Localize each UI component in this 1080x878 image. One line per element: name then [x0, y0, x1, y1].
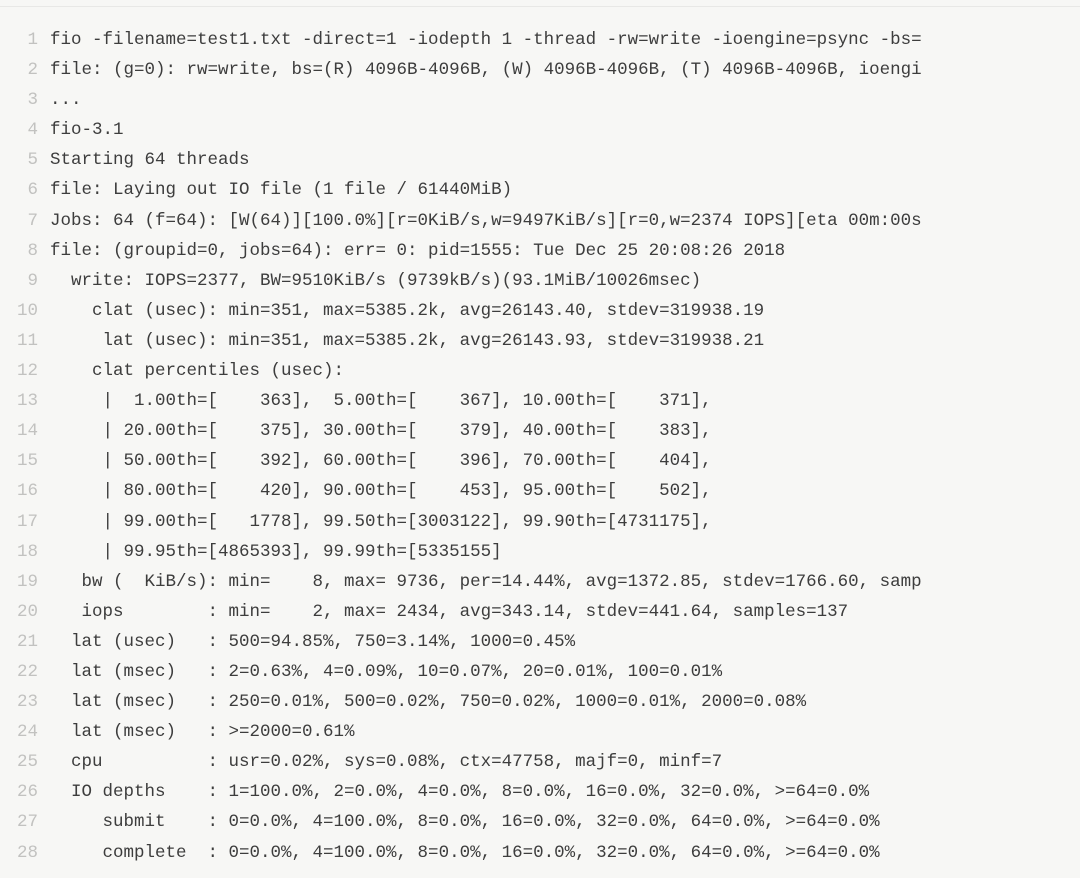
line-content: lat (msec) : >=2000=0.61% [50, 717, 1080, 747]
line-number: 11 [0, 326, 50, 356]
line-content: clat (usec): min=351, max=5385.2k, avg=2… [50, 296, 1080, 326]
code-line: 12 clat percentiles (usec): [0, 356, 1080, 386]
line-number: 26 [0, 777, 50, 807]
code-line: 27 submit : 0=0.0%, 4=100.0%, 8=0.0%, 16… [0, 807, 1080, 837]
line-content: iops : min= 2, max= 2434, avg=343.14, st… [50, 597, 1080, 627]
code-line: 14 | 20.00th=[ 375], 30.00th=[ 379], 40.… [0, 416, 1080, 446]
code-line: 16 | 80.00th=[ 420], 90.00th=[ 453], 95.… [0, 476, 1080, 506]
line-number: 5 [0, 145, 50, 175]
line-content: | 20.00th=[ 375], 30.00th=[ 379], 40.00t… [50, 416, 1080, 446]
code-line: 13 | 1.00th=[ 363], 5.00th=[ 367], 10.00… [0, 386, 1080, 416]
code-line: 25 cpu : usr=0.02%, sys=0.08%, ctx=47758… [0, 747, 1080, 777]
line-content: | 80.00th=[ 420], 90.00th=[ 453], 95.00t… [50, 476, 1080, 506]
line-content: fio -filename=test1.txt -direct=1 -iodep… [50, 25, 1080, 55]
code-line: 4fio-3.1 [0, 115, 1080, 145]
line-content: submit : 0=0.0%, 4=100.0%, 8=0.0%, 16=0.… [50, 807, 1080, 837]
line-number: 19 [0, 567, 50, 597]
line-number: 21 [0, 627, 50, 657]
line-content: lat (usec) : 500=94.85%, 750=3.14%, 1000… [50, 627, 1080, 657]
line-content: ... [50, 85, 1080, 115]
line-number: 15 [0, 446, 50, 476]
line-content: clat percentiles (usec): [50, 356, 1080, 386]
line-number: 4 [0, 115, 50, 145]
code-block: 1fio -filename=test1.txt -direct=1 -iode… [0, 6, 1080, 872]
line-content: lat (usec): min=351, max=5385.2k, avg=26… [50, 326, 1080, 356]
line-number: 16 [0, 476, 50, 506]
code-line: 5Starting 64 threads [0, 145, 1080, 175]
line-content: | 99.95th=[4865393], 99.99th=[5335155] [50, 537, 1080, 567]
line-number: 2 [0, 55, 50, 85]
line-number: 1 [0, 25, 50, 55]
line-content: complete : 0=0.0%, 4=100.0%, 8=0.0%, 16=… [50, 838, 1080, 868]
line-content: | 99.00th=[ 1778], 99.50th=[3003122], 99… [50, 507, 1080, 537]
line-content: file: (g=0): rw=write, bs=(R) 4096B-4096… [50, 55, 1080, 85]
line-number: 17 [0, 507, 50, 537]
line-number: 23 [0, 687, 50, 717]
line-content: bw ( KiB/s): min= 8, max= 9736, per=14.4… [50, 567, 1080, 597]
line-content: IO depths : 1=100.0%, 2=0.0%, 4=0.0%, 8=… [50, 777, 1080, 807]
line-content: file: (groupid=0, jobs=64): err= 0: pid=… [50, 236, 1080, 266]
code-line: 8file: (groupid=0, jobs=64): err= 0: pid… [0, 236, 1080, 266]
code-line: 23 lat (msec) : 250=0.01%, 500=0.02%, 75… [0, 687, 1080, 717]
code-line: 9 write: IOPS=2377, BW=9510KiB/s (9739kB… [0, 266, 1080, 296]
line-number: 6 [0, 175, 50, 205]
line-content: Jobs: 64 (f=64): [W(64)][100.0%][r=0KiB/… [50, 206, 1080, 236]
code-line: 21 lat (usec) : 500=94.85%, 750=3.14%, 1… [0, 627, 1080, 657]
code-line: 22 lat (msec) : 2=0.63%, 4=0.09%, 10=0.0… [0, 657, 1080, 687]
code-line: 26 IO depths : 1=100.0%, 2=0.0%, 4=0.0%,… [0, 777, 1080, 807]
line-number: 3 [0, 85, 50, 115]
line-number: 12 [0, 356, 50, 386]
line-number: 10 [0, 296, 50, 326]
code-line: 24 lat (msec) : >=2000=0.61% [0, 717, 1080, 747]
line-number: 22 [0, 657, 50, 687]
line-content: file: Laying out IO file (1 file / 61440… [50, 175, 1080, 205]
code-line: 15 | 50.00th=[ 392], 60.00th=[ 396], 70.… [0, 446, 1080, 476]
code-line: 18 | 99.95th=[4865393], 99.99th=[5335155… [0, 537, 1080, 567]
code-line: 11 lat (usec): min=351, max=5385.2k, avg… [0, 326, 1080, 356]
line-content: | 1.00th=[ 363], 5.00th=[ 367], 10.00th=… [50, 386, 1080, 416]
code-line: 19 bw ( KiB/s): min= 8, max= 9736, per=1… [0, 567, 1080, 597]
code-line: 20 iops : min= 2, max= 2434, avg=343.14,… [0, 597, 1080, 627]
line-content: cpu : usr=0.02%, sys=0.08%, ctx=47758, m… [50, 747, 1080, 777]
line-content: write: IOPS=2377, BW=9510KiB/s (9739kB/s… [50, 266, 1080, 296]
line-number: 13 [0, 386, 50, 416]
line-number: 18 [0, 537, 50, 567]
code-line: 6file: Laying out IO file (1 file / 6144… [0, 175, 1080, 205]
code-line: 10 clat (usec): min=351, max=5385.2k, av… [0, 296, 1080, 326]
code-line: 17 | 99.00th=[ 1778], 99.50th=[3003122],… [0, 507, 1080, 537]
line-number: 24 [0, 717, 50, 747]
line-content: | 50.00th=[ 392], 60.00th=[ 396], 70.00t… [50, 446, 1080, 476]
line-number: 14 [0, 416, 50, 446]
line-content: lat (msec) : 250=0.01%, 500=0.02%, 750=0… [50, 687, 1080, 717]
code-line: 2file: (g=0): rw=write, bs=(R) 4096B-409… [0, 55, 1080, 85]
line-number: 25 [0, 747, 50, 777]
code-line: 1fio -filename=test1.txt -direct=1 -iode… [0, 25, 1080, 55]
line-content: Starting 64 threads [50, 145, 1080, 175]
code-line: 7Jobs: 64 (f=64): [W(64)][100.0%][r=0KiB… [0, 206, 1080, 236]
line-number: 28 [0, 838, 50, 868]
line-content: fio-3.1 [50, 115, 1080, 145]
code-line: 28 complete : 0=0.0%, 4=100.0%, 8=0.0%, … [0, 838, 1080, 868]
line-number: 20 [0, 597, 50, 627]
line-content: lat (msec) : 2=0.63%, 4=0.09%, 10=0.07%,… [50, 657, 1080, 687]
line-number: 27 [0, 807, 50, 837]
line-number: 7 [0, 206, 50, 236]
line-number: 8 [0, 236, 50, 266]
code-line: 3... [0, 85, 1080, 115]
line-number: 9 [0, 266, 50, 296]
